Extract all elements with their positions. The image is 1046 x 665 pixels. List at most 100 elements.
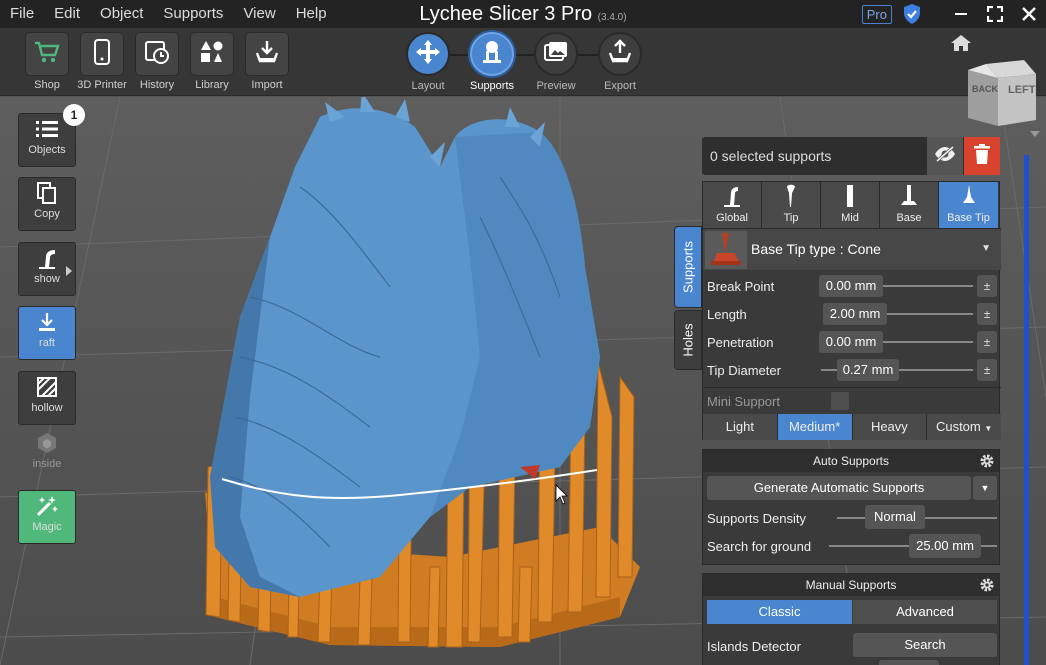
support-tip-icon [36,247,58,274]
tip-diameter-row: Tip Diameter 0.27 mm ± [703,356,1001,384]
caret-down-icon: ▼ [984,424,993,433]
show-button[interactable]: show [18,242,76,296]
mini-support-checkbox[interactable] [831,392,849,410]
generate-options-dropdown[interactable]: ▼ [973,476,997,500]
magic-label: Magic [32,521,62,533]
tab-holes[interactable]: Holes [674,310,702,370]
shield-check-icon[interactable] [902,3,922,25]
shapes-icon [200,40,224,69]
import-button[interactable]: Import [244,32,290,91]
hollow-button[interactable]: hollow [18,371,76,425]
mode-advanced-button[interactable]: Advanced [853,600,997,624]
menu-supports[interactable]: Supports [153,0,233,28]
menu-file[interactable]: File [0,0,44,28]
delete-supports-button[interactable] [964,137,1000,175]
selection-count-text: 0 selected supports [710,148,832,164]
mouse-cursor-icon [555,484,568,505]
pro-badge[interactable]: Pro [861,4,892,24]
home-icon[interactable] [950,34,972,57]
mid-icon [843,183,857,212]
hide-supports-button[interactable] [927,137,963,175]
menu-edit[interactable]: Edit [44,0,90,28]
weight-light-button[interactable]: Light [703,414,778,440]
base-tip-icon [960,183,978,212]
islands-search-button[interactable]: Search [853,633,997,657]
move-arrows-icon [415,39,441,70]
gear-icon[interactable] [979,577,995,600]
menu-view[interactable]: View [233,0,285,28]
magic-wand-icon [36,495,58,522]
selection-header: 0 selected supports [702,137,1000,175]
step-layout[interactable]: Layout [398,32,458,92]
tab-global[interactable]: Global [703,182,762,228]
objects-button[interactable]: Objects 1 [18,104,85,167]
penetration-label: Penetration [707,335,774,350]
menu-object[interactable]: Object [90,0,153,28]
tab-base-tip[interactable]: Base Tip [939,182,998,228]
title-bar-controls: Pro [861,0,1046,28]
copy-button[interactable]: Copy [18,177,76,231]
step-supports[interactable]: Supports [462,32,522,92]
raft-button[interactable]: raft [18,306,76,360]
weight-custom-label: Custom [935,419,981,434]
chevron-down-icon: ▼ [981,243,991,254]
raft-icon [38,312,56,337]
tip-diameter-input[interactable]: 0.27 mm [837,359,899,381]
weight-custom-button[interactable]: Custom ▼ [927,414,1001,440]
next-row-control[interactable] [879,660,939,665]
mode-classic-button[interactable]: Classic [707,600,852,624]
chevron-down-icon[interactable] [1030,124,1040,142]
tab-supports[interactable]: Supports [674,226,702,308]
penetration-input[interactable]: 0.00 mm [819,331,883,353]
tab-base[interactable]: Base [880,182,939,228]
penetration-stepper[interactable]: ± [977,331,997,353]
inside-button[interactable]: inside [18,427,76,481]
tip-type-label: Base Tip type : Cone [751,241,881,257]
fullscreen-icon[interactable] [978,0,1012,28]
supports-density-value[interactable]: Normal [865,505,925,529]
history-icon [144,39,170,70]
panel-scrollbar[interactable] [1024,155,1029,665]
minimize-icon[interactable] [944,0,978,28]
step-preview[interactable]: Preview [526,32,586,92]
hollow-icon [37,376,57,402]
import-label: Import [251,79,283,91]
break-point-input[interactable]: 0.00 mm [819,275,883,297]
weight-heavy-button[interactable]: Heavy [852,414,928,440]
break-point-row: Break Point 0.00 mm ± [703,272,1001,300]
tab-global-label: Global [716,212,748,224]
gear-icon[interactable] [979,453,995,476]
nav-cube-left-label: LEFT [1008,84,1036,96]
step-preview-label: Preview [536,80,576,92]
toolbar: Shop 3D Printer History Library Import L… [0,28,1046,96]
tab-supports-label: Supports [680,240,696,294]
auto-supports-header: Auto Supports [703,450,999,472]
penetration-row: Penetration 0.00 mm ± [703,328,1001,356]
length-input[interactable]: 2.00 mm [823,303,887,325]
close-icon[interactable] [1012,0,1046,28]
caret-down-icon: ▼ [980,483,990,493]
length-stepper[interactable]: ± [977,303,997,325]
global-support-icon [722,183,742,212]
weight-medium-button[interactable]: Medium* [777,414,853,440]
search-for-ground-input[interactable]: 25.00 mm [909,534,981,558]
length-label: Length [707,307,747,322]
list-icon [36,120,58,143]
cube-icon [37,432,57,459]
tab-mid[interactable]: Mid [821,182,880,228]
search-for-ground-label: Search for ground [707,539,812,554]
mini-support-label: Mini Support [707,394,780,409]
import-icon [255,39,279,70]
eye-off-icon [934,145,956,167]
break-point-stepper[interactable]: ± [977,275,997,297]
tab-tip[interactable]: Tip [762,182,821,228]
tip-type-dropdown[interactable]: Base Tip type : Cone ▼ [703,228,1001,270]
tab-tip-label: Tip [783,212,799,224]
objects-label: Objects [28,144,66,156]
menu-help[interactable]: Help [286,0,337,28]
tip-diameter-stepper[interactable]: ± [977,359,997,381]
view-nav-cube[interactable]: BACK LEFT [968,60,1038,135]
step-export[interactable]: Export [590,32,650,92]
generate-automatic-supports-button[interactable]: Generate Automatic Supports [707,476,971,500]
magic-button[interactable]: Magic [18,490,76,544]
